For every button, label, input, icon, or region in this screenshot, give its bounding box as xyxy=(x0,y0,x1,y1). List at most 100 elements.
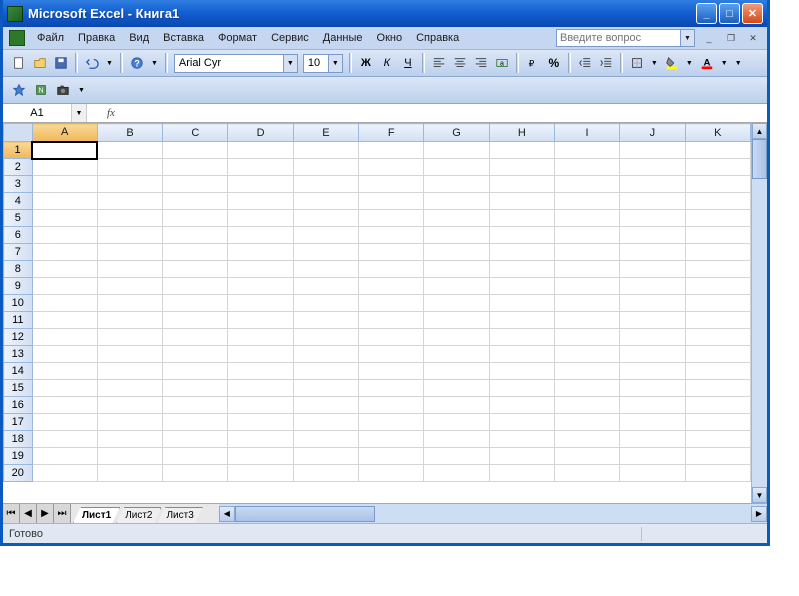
cell-F2[interactable] xyxy=(359,159,424,176)
fill-color-button[interactable] xyxy=(662,53,682,73)
cell-C6[interactable] xyxy=(163,227,228,244)
cell-C4[interactable] xyxy=(163,193,228,210)
cell-H17[interactable] xyxy=(489,414,554,431)
cell-E6[interactable] xyxy=(293,227,358,244)
cell-H19[interactable] xyxy=(489,448,554,465)
cell-K20[interactable] xyxy=(685,465,750,482)
cell-K8[interactable] xyxy=(685,261,750,278)
cell-A16[interactable] xyxy=(32,397,97,414)
undo-dropdown[interactable]: ▼ xyxy=(103,53,116,73)
cell-K13[interactable] xyxy=(685,346,750,363)
cell-F6[interactable] xyxy=(359,227,424,244)
cell-C12[interactable] xyxy=(163,329,228,346)
cell-D16[interactable] xyxy=(228,397,293,414)
cell-A12[interactable] xyxy=(32,329,97,346)
row-header-7[interactable]: 7 xyxy=(4,244,33,261)
increase-indent-button[interactable] xyxy=(596,53,616,73)
scroll-right-button[interactable]: ▶ xyxy=(751,506,767,522)
cell-G20[interactable] xyxy=(424,465,489,482)
cell-E12[interactable] xyxy=(293,329,358,346)
col-header-C[interactable]: C xyxy=(163,124,228,142)
cell-F5[interactable] xyxy=(359,210,424,227)
cell-H3[interactable] xyxy=(489,176,554,193)
titlebar[interactable]: Microsoft Excel - Книга1 _ □ ✕ xyxy=(3,0,767,27)
cell-K7[interactable] xyxy=(685,244,750,261)
cell-I8[interactable] xyxy=(554,261,619,278)
formula-input[interactable] xyxy=(125,104,767,122)
cell-B7[interactable] xyxy=(97,244,162,261)
cell-J13[interactable] xyxy=(620,346,685,363)
cell-K10[interactable] xyxy=(685,295,750,312)
row-header-10[interactable]: 10 xyxy=(4,295,33,312)
cell-J11[interactable] xyxy=(620,312,685,329)
cell-G15[interactable] xyxy=(424,380,489,397)
cell-B8[interactable] xyxy=(97,261,162,278)
cell-B20[interactable] xyxy=(97,465,162,482)
cell-I11[interactable] xyxy=(554,312,619,329)
menu-data[interactable]: Данные xyxy=(317,30,369,46)
cell-K14[interactable] xyxy=(685,363,750,380)
row-header-18[interactable]: 18 xyxy=(4,431,33,448)
merge-center-button[interactable]: a xyxy=(492,53,512,73)
cell-F17[interactable] xyxy=(359,414,424,431)
cell-I20[interactable] xyxy=(554,465,619,482)
cell-K16[interactable] xyxy=(685,397,750,414)
cell-B15[interactable] xyxy=(97,380,162,397)
cell-B11[interactable] xyxy=(97,312,162,329)
cell-G11[interactable] xyxy=(424,312,489,329)
menu-tools[interactable]: Сервис xyxy=(265,30,315,46)
sheet-tab-1[interactable]: Лист1 xyxy=(73,507,120,523)
align-left-button[interactable] xyxy=(429,53,449,73)
row-header-13[interactable]: 13 xyxy=(4,346,33,363)
vertical-scrollbar[interactable]: ▲ ▼ xyxy=(751,123,767,503)
cell-F12[interactable] xyxy=(359,329,424,346)
align-right-button[interactable] xyxy=(471,53,491,73)
row-header-12[interactable]: 12 xyxy=(4,329,33,346)
cell-F3[interactable] xyxy=(359,176,424,193)
cell-E13[interactable] xyxy=(293,346,358,363)
cell-J14[interactable] xyxy=(620,363,685,380)
cell-K9[interactable] xyxy=(685,278,750,295)
cell-H10[interactable] xyxy=(489,295,554,312)
cell-G1[interactable] xyxy=(424,142,489,159)
cell-K15[interactable] xyxy=(685,380,750,397)
cell-B10[interactable] xyxy=(97,295,162,312)
cell-G4[interactable] xyxy=(424,193,489,210)
toolbar-options[interactable]: ▼ xyxy=(148,53,161,73)
cell-E16[interactable] xyxy=(293,397,358,414)
cell-D18[interactable] xyxy=(228,431,293,448)
cell-A6[interactable] xyxy=(32,227,97,244)
col-header-K[interactable]: K xyxy=(685,124,750,142)
cell-I19[interactable] xyxy=(554,448,619,465)
cell-B18[interactable] xyxy=(97,431,162,448)
cell-D3[interactable] xyxy=(228,176,293,193)
row-header-15[interactable]: 15 xyxy=(4,380,33,397)
cell-B12[interactable] xyxy=(97,329,162,346)
cell-A17[interactable] xyxy=(32,414,97,431)
cell-I16[interactable] xyxy=(554,397,619,414)
cell-J5[interactable] xyxy=(620,210,685,227)
cell-F4[interactable] xyxy=(359,193,424,210)
cell-C10[interactable] xyxy=(163,295,228,312)
cell-C7[interactable] xyxy=(163,244,228,261)
cell-I4[interactable] xyxy=(554,193,619,210)
cell-H20[interactable] xyxy=(489,465,554,482)
cell-G5[interactable] xyxy=(424,210,489,227)
cell-F10[interactable] xyxy=(359,295,424,312)
open-button[interactable] xyxy=(30,53,50,73)
cell-K6[interactable] xyxy=(685,227,750,244)
cell-G7[interactable] xyxy=(424,244,489,261)
row-header-14[interactable]: 14 xyxy=(4,363,33,380)
cell-E18[interactable] xyxy=(293,431,358,448)
cell-D11[interactable] xyxy=(228,312,293,329)
cell-A2[interactable] xyxy=(32,159,97,176)
cell-K5[interactable] xyxy=(685,210,750,227)
cell-I3[interactable] xyxy=(554,176,619,193)
cell-C13[interactable] xyxy=(163,346,228,363)
cell-D8[interactable] xyxy=(228,261,293,278)
cell-C20[interactable] xyxy=(163,465,228,482)
row-header-1[interactable]: 1 xyxy=(4,142,33,159)
cell-A13[interactable] xyxy=(32,346,97,363)
cell-E14[interactable] xyxy=(293,363,358,380)
cell-J10[interactable] xyxy=(620,295,685,312)
